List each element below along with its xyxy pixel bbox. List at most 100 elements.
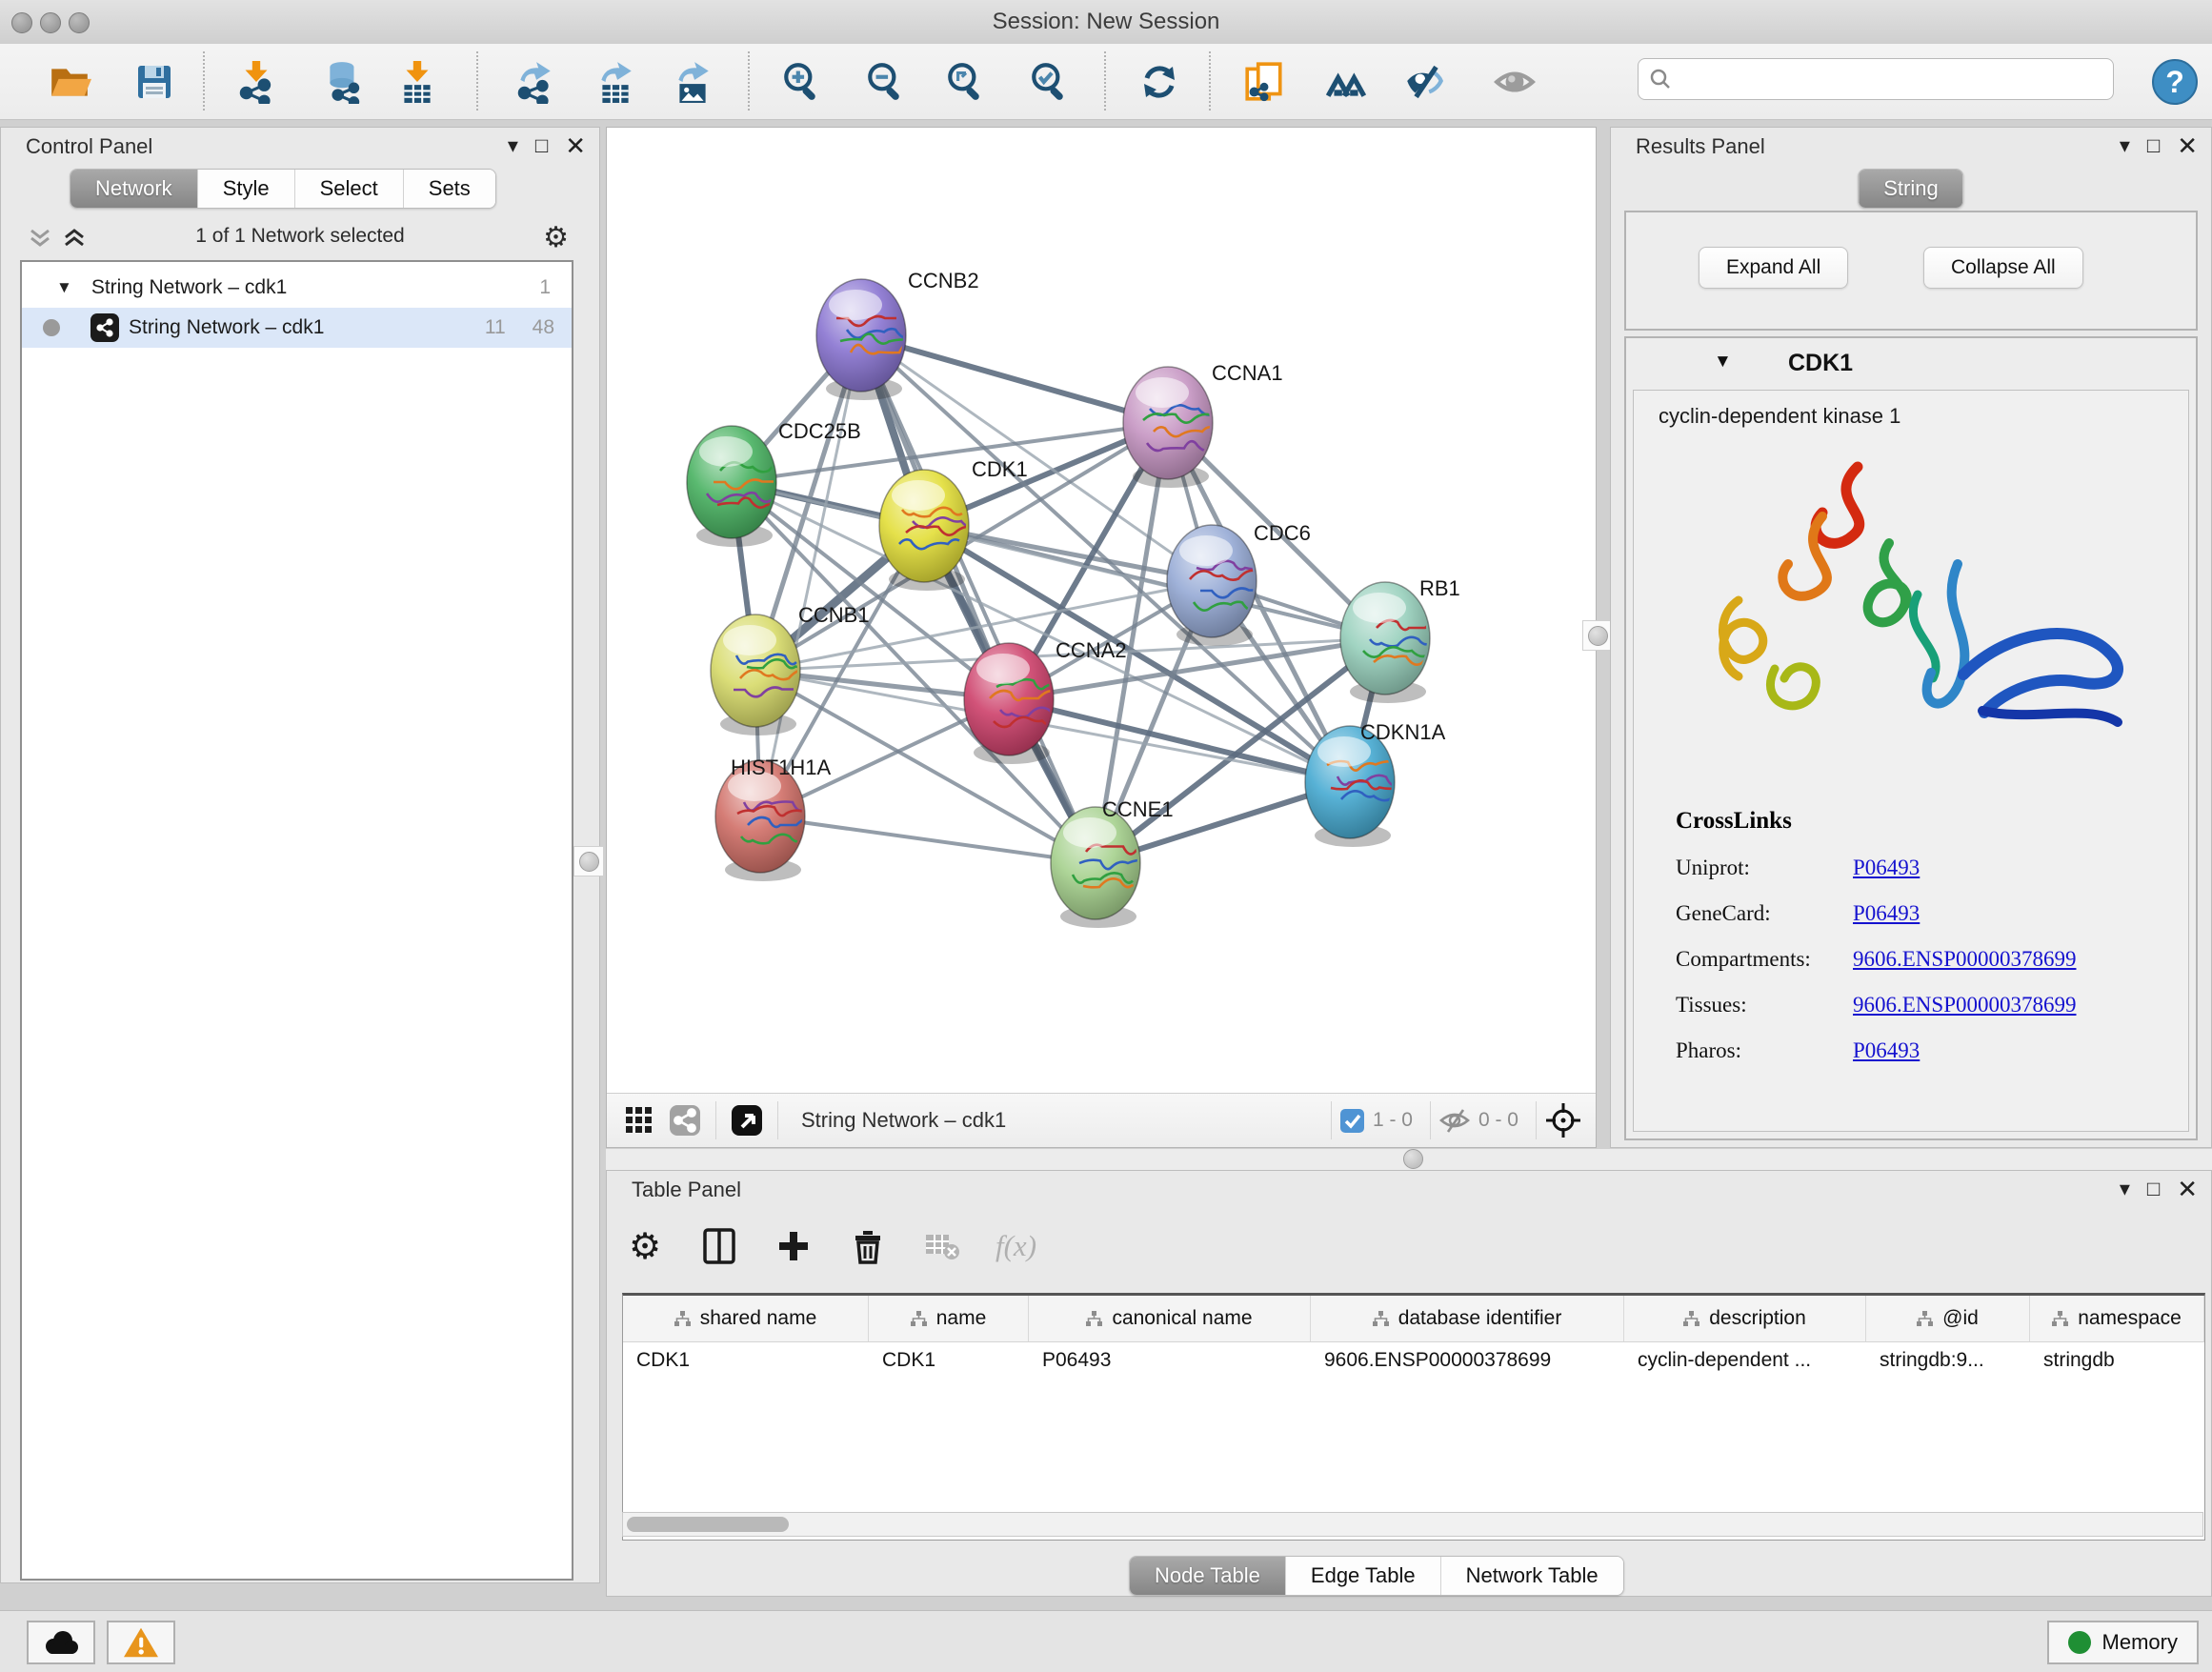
network-node-hist1h1a[interactable]: HIST1H1A bbox=[715, 755, 831, 881]
network-node-ccna1[interactable]: CCNA1 bbox=[1123, 361, 1283, 488]
add-column-icon[interactable] bbox=[773, 1225, 814, 1267]
collection-expander-icon[interactable]: ▼ bbox=[56, 278, 72, 297]
panel-close-icon[interactable]: ✕ bbox=[565, 133, 586, 158]
zoom-in-button[interactable] bbox=[773, 53, 832, 111]
help-button[interactable]: ? bbox=[2145, 53, 2204, 111]
grid-mode-button[interactable] bbox=[616, 1099, 662, 1141]
network-edge[interactable] bbox=[760, 816, 1096, 863]
table-cell[interactable]: stringdb:9... bbox=[1866, 1342, 2030, 1379]
scrollbar-thumb[interactable] bbox=[627, 1517, 789, 1532]
birdseye-view-button[interactable] bbox=[724, 1099, 770, 1141]
table-cell[interactable]: CDK1 bbox=[623, 1342, 869, 1379]
network-view-mode-button[interactable] bbox=[662, 1099, 708, 1141]
collapse-all-button[interactable]: Collapse All bbox=[1923, 247, 2083, 289]
export-network-button[interactable] bbox=[505, 53, 564, 111]
tab-edge-table[interactable]: Edge Table bbox=[1286, 1557, 1441, 1595]
search-input[interactable] bbox=[1680, 68, 2113, 91]
new-network-from-selection-button[interactable] bbox=[1235, 53, 1294, 111]
left-splitter-handle[interactable] bbox=[573, 846, 604, 876]
table-options-gear-icon[interactable]: ⚙ bbox=[624, 1225, 666, 1267]
entry-header[interactable]: ▼ CDK1 bbox=[1626, 338, 2196, 388]
column-header-namespace[interactable]: namespace bbox=[2030, 1296, 2204, 1341]
table-cell[interactable]: cyclin-dependent ... bbox=[1624, 1342, 1866, 1379]
crosslink-link[interactable]: P06493 bbox=[1853, 856, 1920, 880]
network-options-gear-icon[interactable]: ⚙ bbox=[543, 221, 569, 254]
export-image-button[interactable] bbox=[663, 53, 722, 111]
zoom-fit-button[interactable] bbox=[936, 53, 995, 111]
zoom-selected-button[interactable] bbox=[1020, 53, 1079, 111]
column-header-shared-name[interactable]: shared name bbox=[623, 1296, 869, 1341]
show-all-button[interactable] bbox=[1485, 53, 1544, 111]
column-header-description[interactable]: description bbox=[1624, 1296, 1866, 1341]
search-box[interactable] bbox=[1638, 58, 2114, 100]
window-zoom-button[interactable] bbox=[69, 12, 90, 33]
network-node-cdc6[interactable]: CDC6 bbox=[1167, 521, 1311, 646]
show-columns-icon[interactable] bbox=[698, 1225, 740, 1267]
network-node-ccnb2[interactable]: CCNB2 bbox=[816, 269, 979, 400]
panel-float-icon[interactable]: ▾ bbox=[2120, 133, 2130, 158]
network-node-rb1[interactable]: RB1 bbox=[1340, 576, 1460, 703]
horizontal-splitter[interactable] bbox=[606, 1148, 2212, 1172]
crosslink-link[interactable]: 9606.ENSP00000378699 bbox=[1853, 993, 2077, 1017]
table-cell[interactable]: P06493 bbox=[1029, 1342, 1311, 1379]
hidden-eye-icon[interactable] bbox=[1438, 1106, 1471, 1135]
network-edge[interactable] bbox=[760, 335, 861, 816]
network-node-cdkn1a[interactable]: CDKN1A bbox=[1305, 720, 1446, 847]
column-header-name[interactable]: name bbox=[869, 1296, 1029, 1341]
crosslink-link[interactable]: P06493 bbox=[1853, 901, 1920, 926]
memory-button[interactable]: Memory bbox=[2047, 1621, 2199, 1664]
entry-expander-icon[interactable]: ▼ bbox=[1714, 352, 1732, 373]
import-network-database-button[interactable] bbox=[314, 53, 373, 111]
crosslink-link[interactable]: P06493 bbox=[1853, 1038, 1920, 1063]
network-collection-row[interactable]: ▼ String Network – cdk1 1 bbox=[22, 268, 572, 308]
save-session-button[interactable] bbox=[125, 53, 184, 111]
panel-close-icon[interactable]: ✕ bbox=[2177, 1177, 2198, 1201]
cloud-status-button[interactable] bbox=[27, 1621, 95, 1664]
right-splitter-handle[interactable] bbox=[1582, 620, 1613, 651]
import-network-file-button[interactable] bbox=[227, 53, 286, 111]
panel-maximize-icon[interactable]: □ bbox=[535, 133, 548, 158]
network-edge[interactable] bbox=[861, 335, 1096, 863]
table-cell[interactable]: 9606.ENSP00000378699 bbox=[1311, 1342, 1624, 1379]
expand-all-button[interactable]: Expand All bbox=[1699, 247, 1848, 289]
tab-select[interactable]: Select bbox=[295, 170, 404, 208]
panel-close-icon[interactable]: ✕ bbox=[2177, 133, 2198, 158]
table-horizontal-scrollbar[interactable] bbox=[622, 1512, 2203, 1537]
network-node-ccnb1[interactable]: CCNB1 bbox=[711, 603, 870, 735]
zoom-out-button[interactable] bbox=[856, 53, 915, 111]
network-node-cdk1[interactable]: CDK1 bbox=[879, 457, 1028, 591]
column-header-database-identifier[interactable]: database identifier bbox=[1311, 1296, 1624, 1341]
tab-style[interactable]: Style bbox=[198, 170, 295, 208]
crosslink-link[interactable]: 9606.ENSP00000378699 bbox=[1853, 947, 2077, 972]
export-table-button[interactable] bbox=[586, 53, 645, 111]
panel-maximize-icon[interactable]: □ bbox=[2147, 1177, 2160, 1201]
tab-sets[interactable]: Sets bbox=[404, 170, 495, 208]
delete-column-trash-icon[interactable] bbox=[847, 1225, 889, 1267]
tab-network[interactable]: Network bbox=[70, 170, 198, 208]
bottom-splitter-handle[interactable] bbox=[1398, 1144, 1427, 1173]
tab-string[interactable]: String bbox=[1859, 170, 1962, 208]
network-graph[interactable]: CCNB2CCNA1CDC25BCDK1CDC6RB1CCNB1CCNA2CDK… bbox=[607, 128, 1596, 1094]
selected-checkbox-icon[interactable] bbox=[1339, 1108, 1365, 1134]
import-table-button[interactable] bbox=[388, 53, 447, 111]
panel-float-icon[interactable]: ▾ bbox=[508, 133, 518, 158]
window-close-button[interactable] bbox=[11, 12, 32, 33]
panel-float-icon[interactable]: ▾ bbox=[2120, 1177, 2130, 1201]
window-minimize-button[interactable] bbox=[40, 12, 61, 33]
network-row-selected[interactable]: String Network – cdk1 11 48 bbox=[22, 308, 572, 348]
tab-node-table[interactable]: Node Table bbox=[1130, 1557, 1286, 1595]
panel-maximize-icon[interactable]: □ bbox=[2147, 133, 2160, 158]
tab-network-table[interactable]: Network Table bbox=[1441, 1557, 1623, 1595]
table-row[interactable]: CDK1CDK1P064939606.ENSP00000378699cyclin… bbox=[623, 1342, 2204, 1379]
network-node-ccne1[interactable]: CCNE1 bbox=[1051, 797, 1174, 928]
open-file-button[interactable] bbox=[40, 53, 99, 111]
warnings-button[interactable] bbox=[107, 1621, 175, 1664]
first-neighbors-button[interactable] bbox=[1317, 53, 1376, 111]
table-cell[interactable]: stringdb bbox=[2030, 1342, 2204, 1379]
fit-selected-crosshair-icon[interactable] bbox=[1544, 1101, 1582, 1139]
table-cell[interactable]: CDK1 bbox=[869, 1342, 1029, 1379]
column-header-canonical-name[interactable]: canonical name bbox=[1029, 1296, 1311, 1341]
hide-selected-button[interactable] bbox=[1396, 53, 1455, 111]
refresh-button[interactable] bbox=[1130, 53, 1189, 111]
column-header--id[interactable]: @id bbox=[1866, 1296, 2030, 1341]
